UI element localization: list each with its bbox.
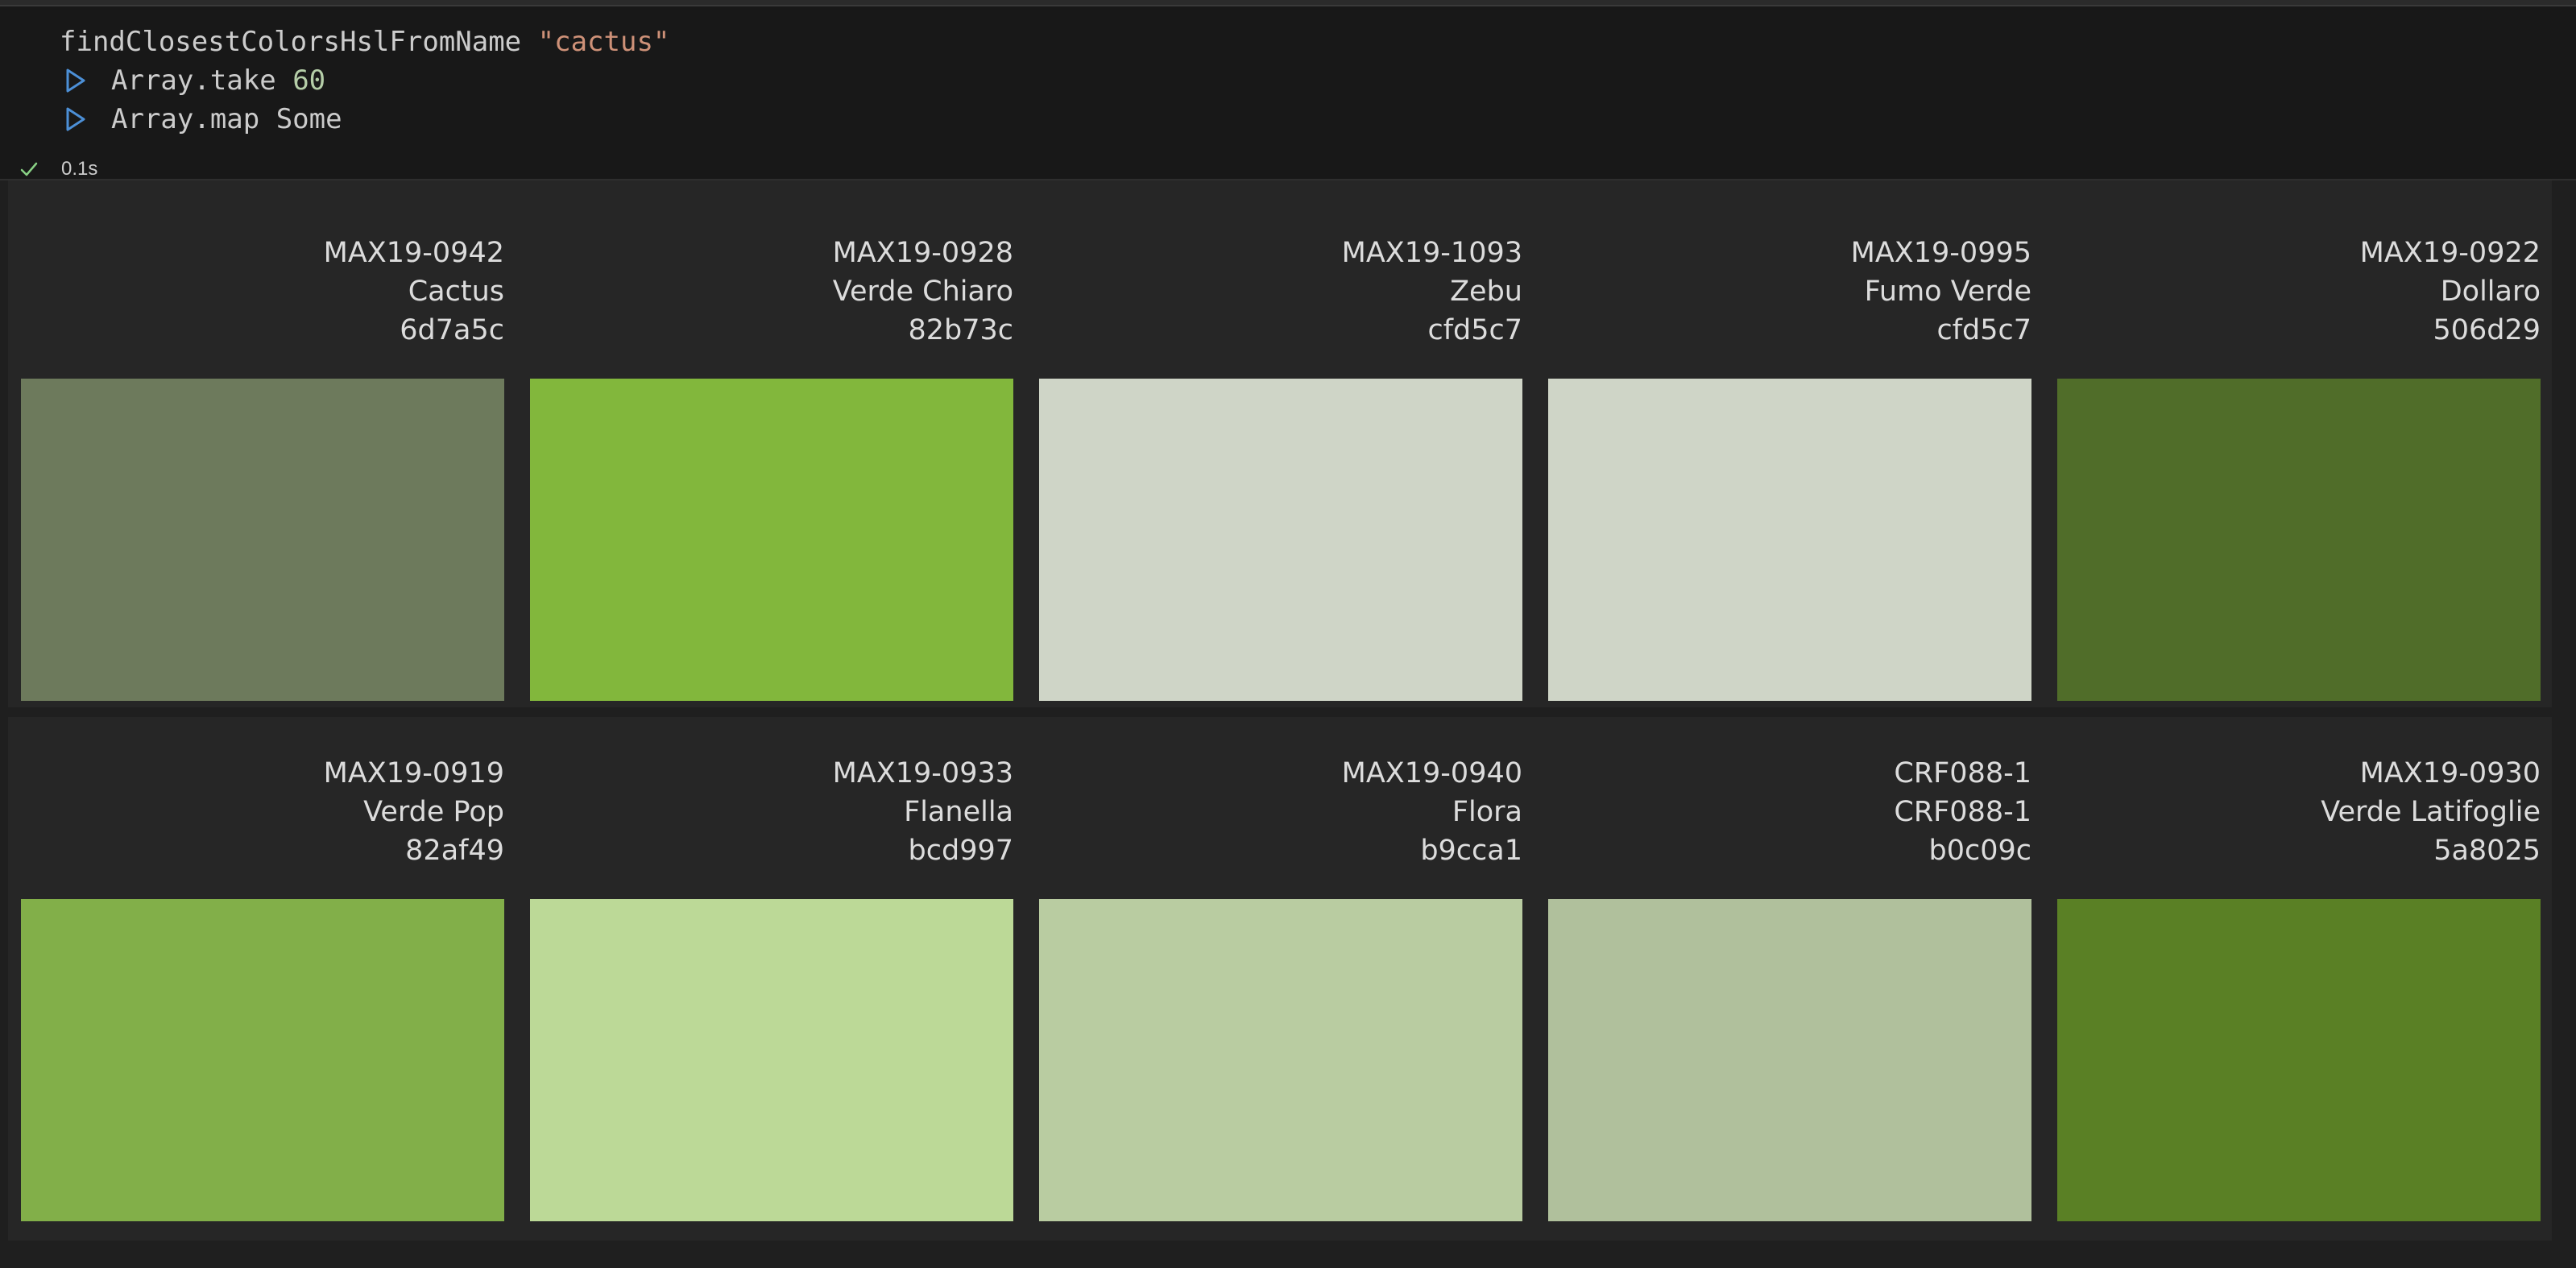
swatch-card: MAX19-0940 Flora b9cca1 xyxy=(1039,701,1522,1224)
color-swatch xyxy=(530,899,1013,1221)
swatch-hex: 6d7a5c xyxy=(400,314,504,346)
swatch-name: Cactus xyxy=(408,276,504,308)
code-line-1[interactable]: findClosestColorsHslFromName "cactus" xyxy=(60,23,669,61)
swatch-code: MAX19-0995 xyxy=(1850,237,2031,269)
function-name: findClosestColorsHslFromName xyxy=(60,26,522,58)
top-border xyxy=(0,0,2576,6)
swatch-name: Verde Chiaro xyxy=(832,276,1013,308)
swatch-card: MAX19-0995 Fumo Verde cfd5c7 xyxy=(1548,180,2031,704)
swatch-name: Verde Latifoglie xyxy=(2321,796,2541,828)
color-swatch xyxy=(1548,379,2031,701)
swatch-code: MAX19-0933 xyxy=(832,757,1013,789)
swatch-hex: b9cca1 xyxy=(1420,835,1522,867)
swatch-code: MAX19-0930 xyxy=(2359,757,2541,789)
color-swatch xyxy=(21,379,504,701)
color-swatch xyxy=(1548,899,2031,1221)
number-arg: 60 xyxy=(292,64,326,97)
swatch-code: MAX19-0919 xyxy=(323,757,504,789)
color-swatch xyxy=(2057,899,2541,1221)
swatch-card: CRF088-1 CRF088-1 b0c09c xyxy=(1548,701,2031,1224)
color-swatch xyxy=(530,379,1013,701)
string-arg: "cactus" xyxy=(537,26,670,58)
swatch-hex: bcd997 xyxy=(908,835,1013,867)
code-cell[interactable]: findClosestColorsHslFromName "cactus" Ar… xyxy=(0,6,2576,180)
swatch-code: MAX19-0940 xyxy=(1341,757,1522,789)
swatch-name: Flora xyxy=(1452,796,1522,828)
swatch-name: Verde Pop xyxy=(363,796,504,828)
swatch-code: MAX19-0942 xyxy=(323,237,504,269)
play-triangle-icon[interactable] xyxy=(64,106,87,132)
swatch-hex: cfd5c7 xyxy=(1936,314,2031,346)
color-swatch xyxy=(1039,899,1522,1221)
swatch-card: MAX19-0919 Verde Pop 82af49 xyxy=(21,701,504,1224)
code-line-3[interactable]: Array.map Some xyxy=(111,100,342,139)
swatch-hex: 82af49 xyxy=(405,835,504,867)
play-triangle-icon[interactable] xyxy=(64,68,87,93)
swatch-code: MAX19-0922 xyxy=(2359,237,2541,269)
swatch-name: Fumo Verde xyxy=(1864,276,2031,308)
swatch-hex: 506d29 xyxy=(2433,314,2541,346)
swatch-name: CRF088-1 xyxy=(1894,796,2031,828)
swatch-hex: b0c09c xyxy=(1928,835,2031,867)
swatch-card: MAX19-0930 Verde Latifoglie 5a8025 xyxy=(2057,701,2541,1224)
color-swatch xyxy=(2057,379,2541,701)
swatch-name: Flanella xyxy=(904,796,1013,828)
swatch-name: Dollaro xyxy=(2440,276,2541,308)
output-area: MAX19-0942 Cactus 6d7a5c MAX19-0928 Verde Ch… xyxy=(0,180,2576,1268)
function-name: Array.take xyxy=(111,64,276,97)
swatch-code: MAX19-1093 xyxy=(1341,237,1522,269)
swatch-hex: cfd5c7 xyxy=(1427,314,1522,346)
execution-time: 0.1s xyxy=(61,158,98,180)
swatch-card: MAX19-0933 Flanella bcd997 xyxy=(530,701,1013,1224)
color-swatch xyxy=(1039,379,1522,701)
check-icon xyxy=(20,162,38,176)
swatch-code: MAX19-0928 xyxy=(832,237,1013,269)
swatch-hex: 82b73c xyxy=(908,314,1013,346)
swatch-card: MAX19-0942 Cactus 6d7a5c xyxy=(21,180,504,704)
swatch-hex: 5a8025 xyxy=(2433,835,2541,867)
swatch-card: MAX19-1093 Zebu cfd5c7 xyxy=(1039,180,1522,704)
swatch-card: MAX19-0922 Dollaro 506d29 xyxy=(2057,180,2541,704)
swatch-name: Zebu xyxy=(1450,276,1522,308)
swatch-card: MAX19-0928 Verde Chiaro 82b73c xyxy=(530,180,1013,704)
code-line-2[interactable]: Array.take 60 xyxy=(111,61,325,100)
swatch-code: CRF088-1 xyxy=(1894,757,2031,789)
color-swatch xyxy=(21,899,504,1221)
